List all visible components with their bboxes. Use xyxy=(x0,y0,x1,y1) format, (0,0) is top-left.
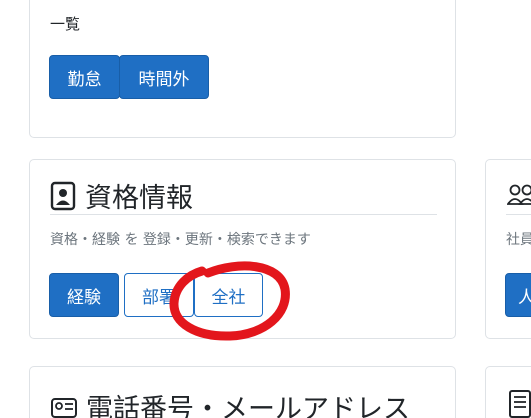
employee-card-text: 社員 xyxy=(506,232,531,248)
qualification-card: 資格情報 資格・経験 を 登録・更新・検索できます 経験 部署 全社 xyxy=(29,159,456,339)
title-divider xyxy=(506,214,531,215)
attendance-card: 一覧 勤怠 時間外 xyxy=(29,0,456,138)
qualification-card-description: 資格・経験 を 登録・更新・検索できます xyxy=(50,232,311,248)
contact-card-icon xyxy=(50,395,78,418)
id-badge-icon xyxy=(50,181,76,211)
document-card-partial xyxy=(485,366,531,418)
department-button[interactable]: 部署 xyxy=(124,273,194,317)
attendance-button[interactable]: 勤怠 xyxy=(49,55,120,99)
contact-card-title: 電話番号・メールアドレス xyxy=(86,394,410,418)
company-wide-button[interactable]: 全社 xyxy=(194,273,263,317)
portal-page: 一覧 勤怠 時間外 資格情報 資格・経験 を 登録・更新・検索できます 経験 部… xyxy=(0,0,531,418)
employee-card-button[interactable]: 人 xyxy=(505,273,531,317)
contact-card: 電話番号・メールアドレス xyxy=(29,366,456,418)
employee-card-partial: 社員 人 xyxy=(485,159,531,339)
attendance-card-subtitle: 一覧 xyxy=(50,15,81,33)
document-icon xyxy=(508,389,531,418)
qualification-card-title: 資格情報 xyxy=(85,183,193,214)
qualification-card-title-row: 資格情報 xyxy=(50,176,193,215)
people-icon xyxy=(507,183,531,209)
overtime-button[interactable]: 時間外 xyxy=(119,55,209,99)
contact-card-title-row: 電話番号・メールアドレス xyxy=(50,387,410,418)
title-divider xyxy=(50,214,437,215)
experience-button[interactable]: 経験 xyxy=(49,273,119,317)
